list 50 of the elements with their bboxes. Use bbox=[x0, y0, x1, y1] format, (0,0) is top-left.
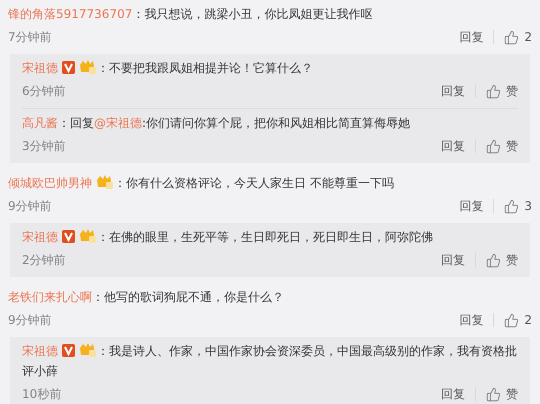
thumbs-up-icon[interactable] bbox=[486, 386, 501, 402]
thumbs-up-icon[interactable] bbox=[486, 138, 501, 154]
reply-link[interactable]: 回复 bbox=[441, 138, 465, 154]
thumbs-up-icon[interactable] bbox=[504, 198, 520, 214]
username-link[interactable]: 宋祖德 bbox=[22, 61, 58, 75]
like-count: 赞 bbox=[506, 252, 518, 268]
like-count: 赞 bbox=[506, 386, 518, 402]
like-count: 3 bbox=[524, 199, 532, 213]
username-link[interactable]: 宋祖德 bbox=[22, 344, 58, 358]
comment-text: 宋祖德 ：不要把我跟凤姐相提并论！它算什么？ bbox=[22, 59, 314, 77]
timestamp: 2分钟前 bbox=[22, 252, 67, 268]
username-link[interactable]: 锋的角落5917736707 bbox=[8, 7, 132, 21]
crown-badge-icon bbox=[79, 343, 97, 357]
crown-badge-icon bbox=[79, 60, 97, 74]
mention-link[interactable]: @宋祖德 bbox=[94, 116, 142, 130]
verified-badge-icon bbox=[62, 344, 75, 357]
crown-badge-icon bbox=[79, 229, 97, 243]
like-count: 2 bbox=[524, 313, 532, 327]
thumbs-up-icon[interactable] bbox=[504, 30, 520, 44]
timestamp: 10秒前 bbox=[22, 386, 62, 402]
verified-badge-icon bbox=[62, 61, 75, 74]
reply-link[interactable]: 回复 bbox=[441, 252, 465, 268]
username-link[interactable]: 宋祖德 bbox=[22, 230, 58, 244]
verified-badge-icon bbox=[62, 230, 75, 243]
timestamp: 9分钟前 bbox=[8, 312, 53, 328]
comment-text: 老铁们来扎心啊：他写的歌词狗屁不通，你是什么？ bbox=[8, 289, 285, 306]
thumbs-up-icon[interactable] bbox=[504, 312, 520, 328]
thumbs-up-icon[interactable] bbox=[486, 252, 501, 268]
comment-text: 高凡酱：回复@宋祖德:你们请问你算个屁，把你和风姐相比简直算侮辱她 bbox=[22, 115, 412, 132]
crown-badge-icon bbox=[96, 175, 114, 189]
like-count: 赞 bbox=[506, 138, 518, 154]
reply-link[interactable]: 回复 bbox=[441, 386, 465, 402]
timestamp: 9分钟前 bbox=[8, 198, 53, 214]
reply-link[interactable]: 回复 bbox=[459, 198, 484, 214]
username-link[interactable]: 老铁们来扎心啊 bbox=[8, 290, 92, 304]
like-count: 2 bbox=[524, 30, 532, 44]
comment-text: 倾城欧巴帅男神 ：你有什么资格评论，今天人家生日 不能尊重一下吗 bbox=[8, 174, 395, 192]
comment-text: 宋祖德 ：我是诗人、作家，中国作家协会资深委员，中国最高级别的作家，我有资格批评小薛 bbox=[22, 342, 518, 380]
timestamp: 7分钟前 bbox=[8, 28, 53, 46]
thumbs-up-icon[interactable] bbox=[486, 84, 501, 98]
timestamp: 3分钟前 bbox=[22, 138, 67, 154]
username-link[interactable]: 倾城欧巴帅男神 bbox=[8, 176, 92, 190]
like-count: 赞 bbox=[506, 82, 518, 100]
username-link[interactable]: 高凡酱 bbox=[22, 116, 58, 130]
timestamp: 6分钟前 bbox=[22, 82, 67, 100]
comment-text: 锋的角落5917736707：我只想说，跳梁小丑，你比凤姐更让我作呕 bbox=[8, 6, 374, 23]
reply-link[interactable]: 回复 bbox=[459, 312, 484, 328]
reply-link[interactable]: 回复 bbox=[459, 28, 484, 46]
comment-text: 宋祖德 ：在佛的眼里，生死平等，生日即死日，死日即生日，阿弥陀佛 bbox=[22, 228, 434, 246]
reply-link[interactable]: 回复 bbox=[441, 82, 465, 100]
